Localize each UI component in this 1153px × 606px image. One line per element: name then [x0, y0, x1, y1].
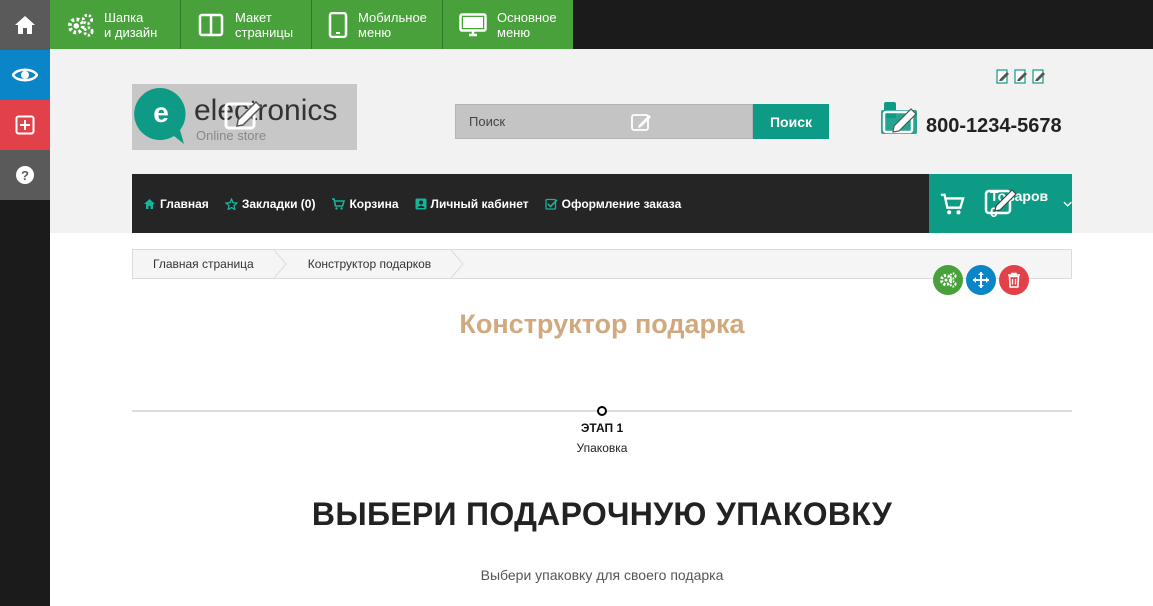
step-name: Упаковка — [576, 441, 628, 455]
sidebar-help-button[interactable]: ? — [0, 150, 50, 200]
breadcrumb: Главная страница Конструктор подарков — [132, 249, 1072, 279]
gear-icon — [940, 272, 957, 288]
section-heading: ВЫБЕРИ ПОДАРОЧНУЮ УПАКОВКУ — [311, 496, 893, 532]
phone-number[interactable]: 800-1234-5678 — [926, 115, 1062, 138]
nav-item-bookmarks[interactable]: Закладки (0) — [224, 196, 316, 211]
page-title: Конструктор подарка — [459, 309, 745, 339]
checkbox-icon — [544, 198, 558, 210]
toolbar-label: страницы — [235, 24, 294, 40]
edit-icon[interactable] — [984, 186, 1018, 216]
nav-item-label: Личный кабинет — [430, 196, 529, 211]
breadcrumb-separator — [451, 250, 464, 278]
move-icon — [973, 272, 989, 288]
section-subheading: Выбери упаковку для своего подарка — [480, 567, 724, 583]
help-icon: ? — [16, 166, 34, 184]
svg-text:?: ? — [21, 168, 29, 183]
toolbar-label: меню — [497, 24, 531, 40]
edit-icon[interactable] — [1014, 68, 1028, 84]
search-button[interactable]: Поиск — [753, 104, 829, 139]
cart-icon — [332, 197, 346, 210]
block-settings-button[interactable] — [933, 265, 963, 295]
toolbar-label: Основное — [497, 9, 557, 25]
step-indicator[interactable] — [597, 406, 607, 416]
logo-text: electronics — [194, 94, 338, 127]
toolbar-label: Шапка — [104, 9, 144, 25]
toolbar-label: меню — [358, 24, 392, 40]
sidebar-preview-button[interactable] — [0, 50, 50, 100]
search-form: Поиск Поиск — [455, 104, 829, 139]
breadcrumb-separator — [273, 250, 287, 278]
toolbar-mobile-menu-button[interactable]: Мобильное меню — [312, 0, 443, 49]
cart-icon — [940, 193, 965, 214]
edit-icon[interactable] — [1032, 68, 1046, 84]
sidebar-home-button[interactable] — [0, 0, 50, 50]
phone-edit-icon[interactable] — [880, 102, 920, 136]
cart-button[interactable]: Товаров 0 — [929, 174, 1072, 233]
block-move-button[interactable] — [966, 265, 996, 295]
eye-icon — [12, 68, 38, 82]
header-links-edit — [996, 68, 1046, 84]
logo-mark: e — [134, 87, 186, 144]
nav-item-label: Главная — [160, 196, 209, 211]
step-label: ЭТАП 1 — [580, 421, 624, 435]
nav-item-label: Оформление заказа — [561, 196, 682, 211]
toolbar-label: Макет — [235, 9, 272, 25]
sidebar-add-button[interactable] — [0, 100, 50, 150]
site-logo[interactable]: e electronics Online store — [132, 84, 357, 150]
edit-icon[interactable] — [224, 98, 264, 132]
breadcrumb-current[interactable]: Конструктор подарков — [288, 250, 451, 278]
nav-item-account[interactable]: Личный кабинет — [415, 197, 529, 211]
nav-item-checkout[interactable]: Оформление заказа — [544, 196, 682, 211]
toolbar-page-layout-button[interactable]: Макет страницы — [181, 0, 312, 49]
nav-item-label: Корзина — [349, 196, 399, 211]
mobile-icon — [328, 11, 348, 39]
breadcrumb-home[interactable]: Главная страница — [133, 250, 274, 278]
nav-item-home[interactable]: Главная — [143, 197, 209, 211]
editor-toolbar: Шапка и дизайн Макет страницы Мобильное мен… — [50, 0, 1153, 49]
user-card-icon — [415, 198, 427, 209]
gears-icon — [66, 11, 94, 39]
toolbar-label: и дизайн — [104, 24, 158, 40]
block-delete-button[interactable] — [999, 265, 1029, 295]
toolbar-label: Мобильное — [358, 9, 427, 25]
trash-icon — [1008, 272, 1020, 288]
home-icon — [15, 16, 35, 34]
main-nav: Главная Закладки (0) Корзина Личный каби… — [132, 174, 929, 233]
search-placeholder: Поиск — [469, 114, 506, 129]
home-icon — [144, 198, 155, 209]
layout-icon — [197, 11, 225, 39]
logo-letter: e — [153, 97, 169, 128]
editor-sidebar: ? — [0, 0, 50, 606]
edit-icon[interactable] — [996, 68, 1010, 84]
chevron-down-icon — [1063, 201, 1072, 207]
toolbar-main-menu-button[interactable]: Основное меню — [443, 0, 573, 49]
toolbar-header-design-button[interactable]: Шапка и дизайн — [50, 0, 181, 49]
monitor-icon — [459, 11, 487, 39]
nav-item-cart[interactable]: Корзина — [331, 196, 399, 211]
search-input[interactable]: Поиск — [455, 104, 753, 139]
nav-item-label: Закладки (0) — [241, 196, 316, 211]
edit-icon[interactable] — [631, 112, 653, 132]
plus-square-icon — [15, 115, 35, 135]
star-icon — [224, 197, 238, 210]
